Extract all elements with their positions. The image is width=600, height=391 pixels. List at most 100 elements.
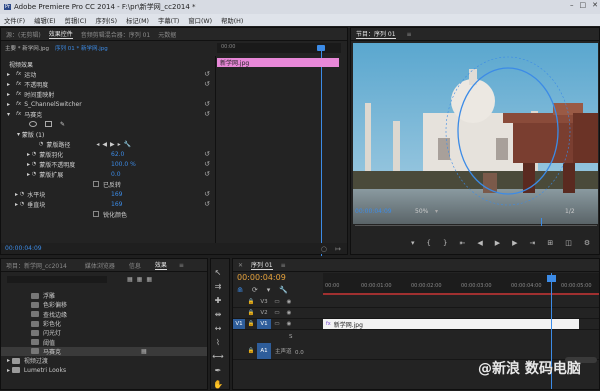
stopwatch-icon[interactable]: ◔ [32, 161, 36, 167]
folder-lumetri[interactable]: ▸ Lumetri Looks [1, 365, 207, 374]
mask-feather-row[interactable]: ▸ ◔ 蒙版羽化 62.0 ↺ [1, 149, 214, 159]
breadcrumb-master[interactable]: 主要 * 新学网.jpg [5, 44, 49, 52]
menu-clip[interactable]: 剪辑(C) [65, 16, 87, 25]
mask-track-controls[interactable]: ◂◀▶▸🔧 [96, 141, 134, 148]
tab-info[interactable]: 信息 [129, 261, 141, 270]
panel-menu-icon[interactable]: ≡ [407, 31, 412, 38]
mask-expansion-row[interactable]: ▸ ◔ 蒙版扩展 0.0 ↺ [1, 169, 214, 179]
ec-clip-bar[interactable]: 新学网.jpg [217, 58, 339, 67]
snap-icon[interactable]: ⋒ [237, 286, 243, 294]
sharp-colors-checkbox[interactable] [93, 211, 99, 217]
reset-icon[interactable]: ↺ [204, 110, 210, 118]
menu-help[interactable]: 帮助(H) [221, 16, 243, 25]
accelerated-effects-icon[interactable]: ▦ [127, 276, 133, 283]
step-back-icon[interactable]: ◀ [477, 239, 482, 247]
work-area-bar[interactable] [323, 293, 599, 295]
mark-out-icon[interactable]: } [443, 239, 447, 247]
yuv-effects-icon[interactable]: ▦ [146, 276, 152, 283]
lock-icon[interactable]: 🔒 [245, 346, 257, 356]
ec-playhead[interactable] [321, 46, 322, 256]
zoom-out-icon[interactable]: ○ [321, 245, 327, 253]
sync-icon[interactable]: ▭ [271, 308, 283, 318]
eye-icon[interactable]: ◉ [283, 297, 295, 307]
reset-icon[interactable]: ↺ [204, 100, 210, 108]
program-timecode[interactable]: 00:00:04:09 [355, 208, 392, 215]
stopwatch-icon[interactable]: ◔ [39, 141, 43, 147]
reset-icon[interactable]: ↺ [204, 150, 210, 158]
rolling-edit-tool-icon[interactable]: ⇹ [211, 307, 225, 321]
lock-icon[interactable]: 🔒 [245, 319, 257, 329]
eye-icon[interactable]: ◉ [283, 308, 295, 318]
play-icon[interactable]: ▶ [495, 239, 500, 247]
reset-icon[interactable]: ↺ [204, 70, 210, 78]
tab-project[interactable]: 项目：新学网_cc2014 [6, 261, 67, 270]
effect-motion[interactable]: ▸ fx 运动 ↺ [1, 69, 214, 79]
pen-mask-icon[interactable]: ✎ [60, 121, 65, 128]
sync-icon[interactable]: ▭ [271, 319, 283, 329]
tab-effect-controls[interactable]: 效果控件 [48, 29, 73, 39]
mask-feather-value[interactable]: 62.0 [111, 151, 124, 158]
effect-opacity[interactable]: ▸ fx 不透明度 ↺ [1, 79, 214, 89]
tab-sequence[interactable]: 序列 01 [251, 260, 273, 270]
vertical-blocks-row[interactable]: ▸ ◔ 垂直块 169 ↺ [1, 199, 214, 209]
horizontal-blocks-row[interactable]: ▸ ◔ 水平块 169 ↺ [1, 189, 214, 199]
hand-tool-icon[interactable]: ✋ [211, 377, 225, 391]
tab-audio-mixer[interactable]: 音频剪辑混合器：序列 01 [81, 30, 151, 39]
add-marker-icon[interactable]: ▾ [267, 286, 271, 294]
razor-tool-icon[interactable]: ⌇ [211, 335, 225, 349]
master-volume-value[interactable]: 0.0 [295, 350, 304, 356]
lock-icon[interactable]: 🔒 [245, 308, 257, 318]
chevron-down-icon[interactable]: ▾ [435, 208, 438, 215]
minimize-icon[interactable]: – [570, 1, 574, 9]
menu-file[interactable]: 文件(F) [4, 16, 25, 25]
stopwatch-icon[interactable]: ◔ [20, 201, 24, 207]
tab-effects[interactable]: 效果 [154, 260, 167, 270]
reset-icon[interactable]: ↺ [204, 80, 210, 88]
eye-icon[interactable]: ◉ [283, 319, 295, 329]
timeline-clip[interactable]: fx 新学网.jpg [323, 319, 579, 329]
slip-tool-icon[interactable]: ⟷ [211, 349, 225, 363]
close-tab-icon[interactable]: ✕ [238, 262, 243, 269]
track-name[interactable]: V1 [257, 319, 271, 329]
ripple-edit-tool-icon[interactable]: ✚ [211, 293, 225, 307]
track-select-tool-icon[interactable]: ⇉ [211, 279, 225, 293]
reset-icon[interactable]: ↺ [204, 170, 210, 178]
reset-icon[interactable]: ↺ [204, 190, 210, 198]
close-icon[interactable]: ✕ [592, 1, 598, 9]
sync-icon[interactable]: ▭ [271, 297, 283, 307]
zoom-select[interactable]: 50% [415, 208, 428, 215]
timeline-playhead-handle[interactable] [547, 275, 556, 282]
rectangle-mask-icon[interactable] [45, 121, 52, 127]
breadcrumb-sequence[interactable]: 序列 01 * 新学网.jpg [55, 44, 108, 52]
selection-tool-icon[interactable]: ↖ [211, 265, 225, 279]
menu-edit[interactable]: 编辑(E) [34, 16, 56, 25]
horizontal-blocks-value[interactable]: 169 [111, 191, 122, 198]
tab-media-browser[interactable]: 媒体浏览器 [85, 261, 115, 270]
source-patch-v1[interactable]: V1 [233, 319, 245, 329]
mask-expansion-value[interactable]: 0.0 [111, 171, 121, 178]
list-item[interactable]: 彩色化 [1, 319, 207, 328]
step-forward-icon[interactable]: ▶ [512, 239, 517, 247]
ellipse-mask-icon[interactable] [29, 121, 37, 127]
go-to-out-icon[interactable]: ⇥ [530, 239, 536, 247]
reset-icon[interactable]: ↺ [204, 200, 210, 208]
menu-sequence[interactable]: 序列(S) [96, 16, 118, 25]
tab-program[interactable]: 节目：序列 01 [356, 29, 396, 39]
settings-icon[interactable]: ⚙ [584, 239, 590, 247]
inverted-checkbox[interactable] [93, 181, 99, 187]
export-icon[interactable]: ↦ [335, 245, 341, 253]
menu-title[interactable]: 字幕(T) [158, 16, 179, 25]
program-playhead[interactable] [541, 218, 542, 226]
reset-icon[interactable]: ↺ [204, 160, 210, 168]
ec-timecode[interactable]: 00:00:04:09 [5, 245, 42, 252]
effect-channel-switcher[interactable]: ▸ fx S_ChannelSwitcher ↺ [1, 99, 214, 109]
list-item[interactable]: 查找边缘 [1, 310, 207, 319]
effect-mosaic[interactable]: ▾ fx 马赛克 ↺ [1, 109, 214, 119]
vertical-blocks-value[interactable]: 169 [111, 201, 122, 208]
lock-icon[interactable]: 🔒 [245, 297, 257, 307]
mask-path-row[interactable]: ◔ 蒙版路径 ◂◀▶▸🔧 [1, 139, 214, 149]
linked-selection-icon[interactable]: ⟳ [252, 286, 258, 294]
inverted-row[interactable]: 已反转 [1, 179, 214, 189]
maximize-icon[interactable]: □ [580, 1, 587, 9]
menu-window[interactable]: 窗口(W) [188, 16, 212, 25]
